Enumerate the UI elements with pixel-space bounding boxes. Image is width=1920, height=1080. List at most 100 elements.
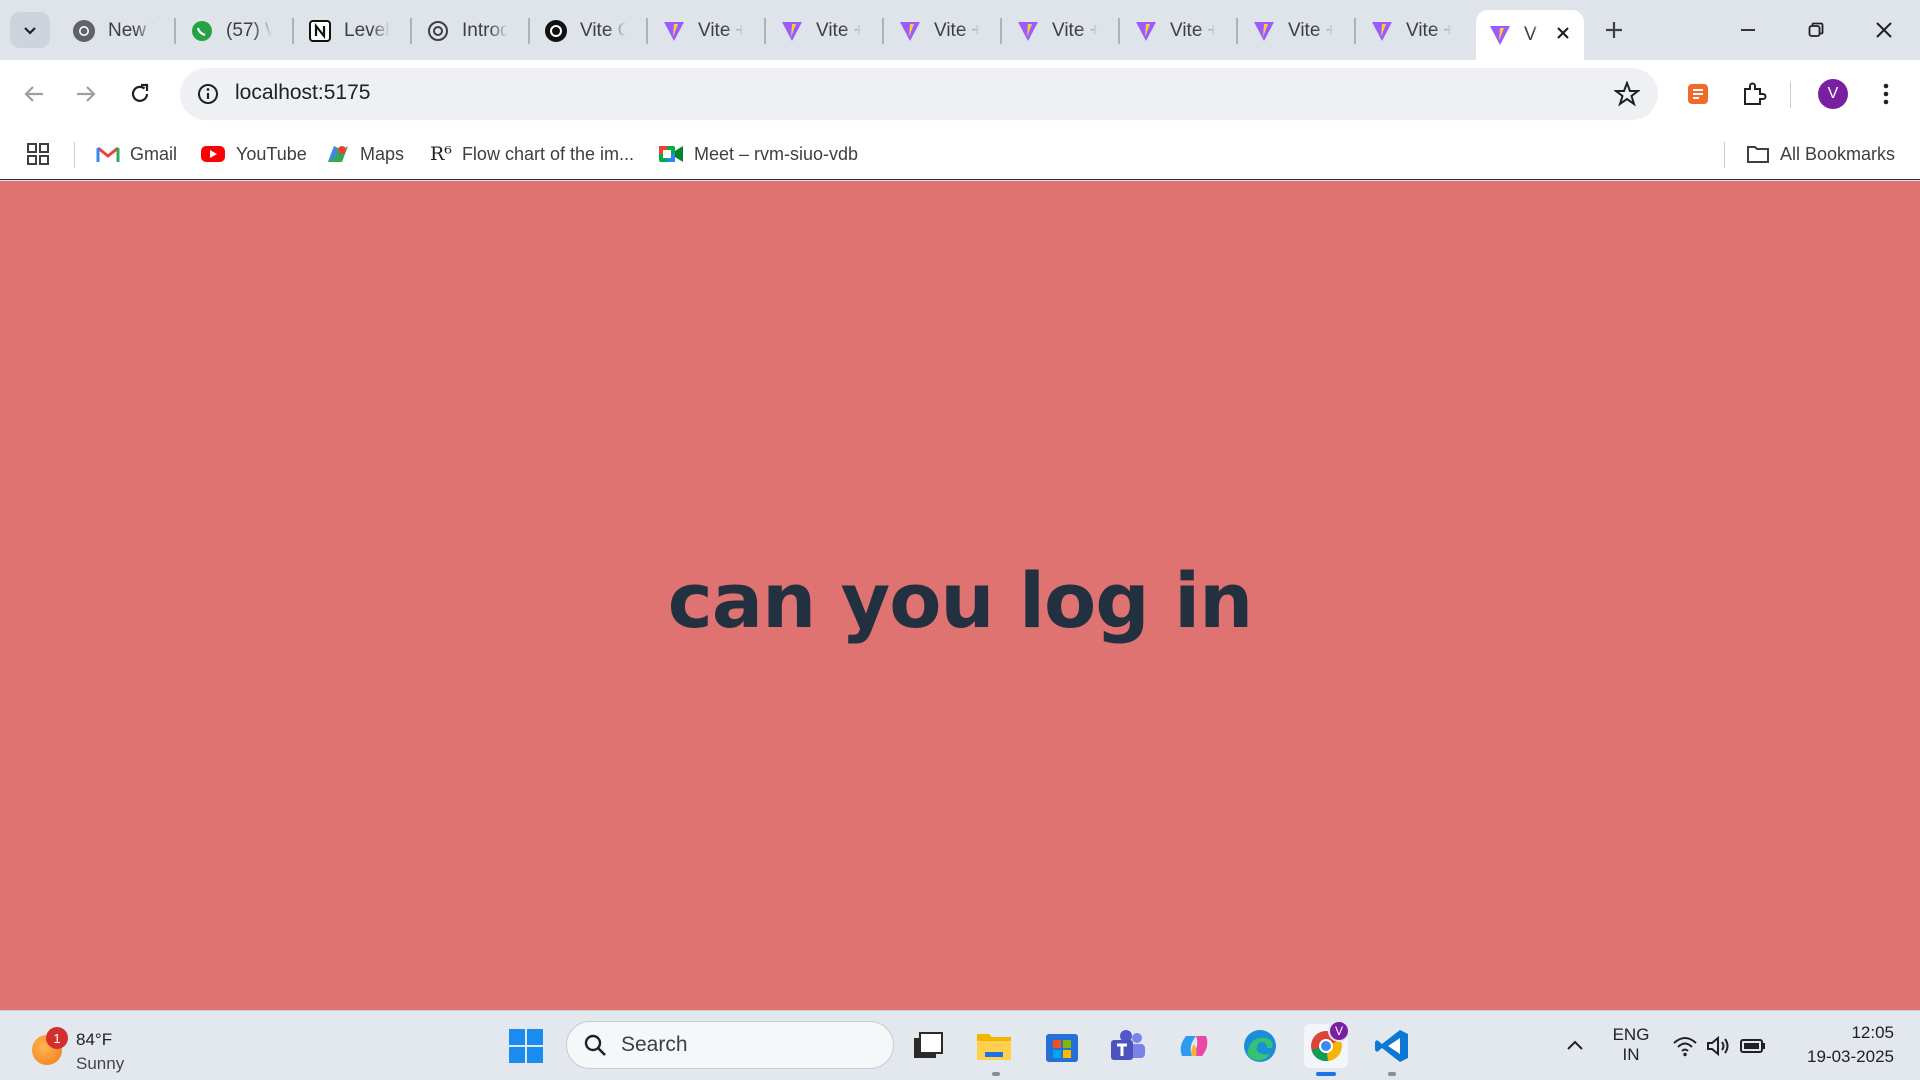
windows-icon (509, 1029, 543, 1063)
bookmark-label: YouTube (236, 143, 307, 164)
vscode-icon (1375, 1030, 1408, 1062)
avatar: V (1818, 79, 1848, 109)
tab-vite[interactable]: Vite + (768, 10, 880, 52)
vite-icon (782, 22, 802, 41)
store-icon (1046, 1034, 1078, 1062)
gmail-icon (96, 144, 120, 164)
chevron-up-icon (1567, 1040, 1583, 1050)
teams-button[interactable] (1106, 1024, 1150, 1068)
grid-icon (27, 143, 49, 165)
tab-notion[interactable]: Level (296, 10, 408, 52)
tray-overflow-button[interactable] (1553, 1024, 1597, 1068)
bookmark-youtube[interactable]: YouTube (200, 138, 307, 170)
tab-vite-c[interactable]: Vite C (532, 10, 644, 52)
quick-settings-button[interactable] (1664, 1024, 1774, 1068)
tab-separator (410, 18, 412, 44)
reload-button[interactable] (120, 74, 160, 114)
toolbar-divider (1790, 82, 1791, 108)
restore-button[interactable] (1788, 10, 1844, 50)
region-code: IN (1622, 1045, 1640, 1064)
tab-search-button[interactable] (10, 12, 50, 48)
tab-separator (1236, 18, 1238, 44)
bookmark-label: All Bookmarks (1780, 143, 1896, 164)
clock[interactable]: 12:05 19-03-2025 (1807, 1021, 1894, 1069)
tab-separator (174, 18, 176, 44)
extension-button[interactable] (1678, 74, 1718, 114)
bookmark-label: Meet – rvm-siuo-vdb (694, 143, 859, 164)
vscode-button[interactable] (1370, 1024, 1414, 1068)
tab-vite[interactable]: Vite + (886, 10, 998, 52)
edge-button[interactable] (1238, 1024, 1282, 1068)
tab-vite[interactable]: Vite + (650, 10, 762, 52)
minimize-button[interactable] (1720, 10, 1776, 50)
tab-title: Vite + (698, 20, 744, 41)
folder-icon (977, 1034, 1011, 1060)
tab-separator (1000, 18, 1002, 44)
tab-active[interactable]: V (1476, 10, 1584, 60)
r6-icon: R⁶ (430, 143, 452, 165)
tab-vite[interactable]: Vite + (1240, 10, 1352, 52)
forward-button[interactable] (66, 74, 106, 114)
maps-icon (326, 142, 350, 166)
search-placeholder: Search (621, 1033, 688, 1056)
all-bookmarks-button[interactable]: All Bookmarks (1746, 138, 1895, 170)
language-indicator[interactable]: ENG IN (1610, 1025, 1652, 1065)
tab-separator (1354, 18, 1356, 44)
tab-introduction[interactable]: Introduction (414, 10, 526, 52)
tab-title: Vite + (1052, 20, 1098, 41)
openai-dark-icon (545, 20, 567, 42)
meet-icon (658, 143, 684, 165)
notification-badge: 1 (46, 1027, 68, 1049)
page-viewport: can you log in (0, 181, 1920, 1010)
apps-button[interactable] (26, 138, 50, 170)
language-code: ENG (1612, 1025, 1650, 1044)
bookmark-gmail[interactable]: Gmail (96, 138, 177, 170)
chrome-button[interactable]: V (1304, 1020, 1350, 1068)
store-button[interactable] (1040, 1024, 1084, 1068)
tab-new-tab[interactable]: New Tab (60, 10, 172, 52)
bookmark-maps[interactable]: Maps (326, 138, 404, 170)
copilot-button[interactable] (1172, 1024, 1216, 1068)
extensions-menu-button[interactable] (1734, 74, 1774, 114)
vite-icon (1136, 22, 1156, 41)
file-explorer-button[interactable] (972, 1024, 1016, 1068)
tab-vite[interactable]: Vite + (1122, 10, 1234, 52)
vite-icon (900, 22, 920, 41)
tab-title: Vite C (580, 20, 626, 41)
profile-button[interactable]: V (1813, 74, 1853, 114)
close-window-button[interactable] (1856, 10, 1912, 50)
bookmark-meet[interactable]: Meet – rvm-siuo-vdb (658, 138, 858, 170)
vite-icon (1372, 22, 1392, 41)
task-view-icon (914, 1032, 943, 1058)
weather-widget[interactable]: 1 84°F Sunny (28, 1021, 148, 1073)
tab-title: Level (344, 20, 390, 41)
arrow-left-icon (24, 86, 43, 102)
close-icon (1557, 27, 1569, 39)
vite-icon (664, 22, 684, 41)
profile-badge: V (1328, 1020, 1350, 1042)
bookmark-separator (74, 142, 75, 168)
chevron-down-icon (24, 27, 36, 35)
url-text[interactable]: localhost:5175 (235, 81, 370, 105)
star-icon[interactable] (1614, 81, 1640, 107)
weather-temperature: 84°F (76, 1030, 113, 1049)
tab-title: Vite + (1170, 20, 1216, 41)
address-bar[interactable]: localhost:5175 (180, 68, 1658, 120)
new-tab-button[interactable] (1598, 14, 1630, 46)
close-tab-button[interactable] (1556, 23, 1570, 46)
teams-icon (1111, 1030, 1145, 1060)
back-button[interactable] (14, 74, 54, 114)
task-view-button[interactable] (906, 1024, 950, 1068)
taskbar-search[interactable]: Search (566, 1021, 894, 1069)
info-icon[interactable] (196, 82, 220, 106)
bookmark-label: Flow chart of the im... (461, 143, 634, 164)
clock-time: 12:05 (1851, 1023, 1894, 1042)
notes-extension-icon (1688, 84, 1708, 104)
menu-button[interactable] (1866, 74, 1906, 114)
tab-vite[interactable]: Vite + (1358, 10, 1470, 52)
start-button[interactable] (504, 1024, 548, 1068)
tab-whatsapp[interactable]: (57) WhatsApp (178, 10, 290, 52)
page-heading: can you log in (667, 556, 1253, 645)
tab-vite[interactable]: Vite + (1004, 10, 1116, 52)
bookmark-flow-chart[interactable]: R⁶ Flow chart of the im... (430, 138, 634, 170)
